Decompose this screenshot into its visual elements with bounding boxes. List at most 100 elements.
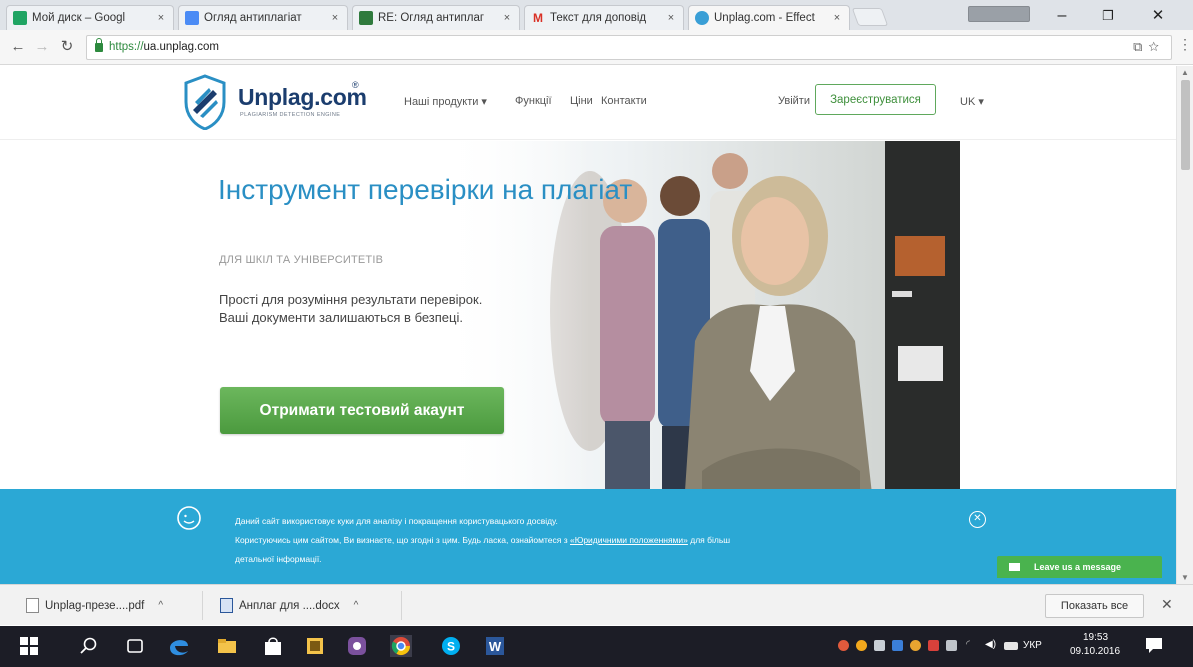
logo-tagline: PLAGIARISM DETECTION ENGINE bbox=[240, 112, 341, 118]
scroll-down-icon[interactable]: ▼ bbox=[1181, 573, 1189, 582]
hero-desc-line: Ваші документи залишаються в безпеці. bbox=[219, 310, 463, 325]
envelope-icon bbox=[1009, 563, 1020, 571]
google-drive-icon bbox=[13, 11, 27, 25]
hero-desc-line: Прості для розуміння результати перевіро… bbox=[219, 292, 483, 307]
get-trial-account-button[interactable]: Отримати тестовий акаунт bbox=[220, 387, 504, 434]
gmail-icon: M bbox=[533, 11, 543, 25]
tab-label: Мой диск – Googl bbox=[32, 12, 126, 24]
action-center-icon[interactable] bbox=[1144, 636, 1166, 656]
tray-app-icon[interactable] bbox=[910, 640, 921, 651]
windows-start-icon[interactable] bbox=[20, 637, 38, 655]
search-icon[interactable] bbox=[78, 635, 100, 657]
tab-gmail-text[interactable]: M Текст для доповід × bbox=[524, 5, 684, 30]
tray-app-icon[interactable] bbox=[928, 640, 939, 651]
star-icon[interactable]: ☆ bbox=[1148, 39, 1165, 54]
clock-date[interactable]: 09.10.2016 bbox=[1070, 646, 1120, 657]
show-all-downloads-button[interactable]: Показать все bbox=[1045, 594, 1144, 618]
hero-description: Прості для розуміння результати перевіро… bbox=[219, 291, 539, 327]
unplag-favicon-icon bbox=[695, 11, 709, 25]
download-filename: Анплаг для ....docx bbox=[239, 599, 340, 612]
edge-browser-icon[interactable] bbox=[166, 633, 192, 659]
tab-label: Огляд антиплагіат bbox=[204, 12, 302, 24]
minimize-button[interactable]: – bbox=[1042, 5, 1082, 27]
word-app-icon[interactable]: W bbox=[484, 635, 506, 657]
show-hidden-icons-icon[interactable]: ◜ bbox=[966, 639, 970, 650]
nav-contacts[interactable]: Контакти bbox=[601, 95, 647, 107]
tab-close-icon[interactable]: × bbox=[665, 12, 677, 24]
tab-unplag[interactable]: Unplag.com - Effect × bbox=[688, 5, 850, 30]
leave-message-chat-button[interactable]: Leave us a message bbox=[997, 556, 1162, 578]
chrome-icon[interactable] bbox=[390, 635, 412, 657]
register-button[interactable]: Зареєструватися bbox=[815, 84, 936, 115]
download-options-icon[interactable]: ^ bbox=[158, 600, 163, 611]
bluetooth-icon[interactable] bbox=[892, 640, 903, 651]
close-window-button[interactable]: ✕ bbox=[1138, 5, 1178, 27]
nav-features[interactable]: Функції bbox=[515, 95, 552, 107]
tab-label: Unplag.com - Effect bbox=[714, 12, 815, 24]
close-downloads-bar-icon[interactable]: ✕ bbox=[1161, 596, 1173, 613]
tab-review-doc[interactable]: Огляд антиплагіат × bbox=[178, 5, 348, 30]
chat-label: Leave us a message bbox=[1034, 562, 1122, 572]
tab-close-icon[interactable]: × bbox=[329, 12, 341, 24]
page-scrollbar[interactable]: ▲ ▼ bbox=[1176, 66, 1193, 584]
hero-title: Інструмент перевірки на плагіат bbox=[218, 174, 633, 205]
logo-registered-mark: ® bbox=[352, 80, 359, 90]
legal-terms-link[interactable]: «Юридичними положеннями» bbox=[570, 535, 688, 545]
download-item-pdf[interactable]: Unplag-презе....pdf ^ bbox=[18, 591, 203, 620]
cookie-line: Користуючись цим сайтом, Ви визнаєте, що… bbox=[235, 535, 731, 545]
tray-app-icon[interactable] bbox=[856, 640, 867, 651]
tray-app-icon[interactable] bbox=[874, 640, 885, 651]
task-view-icon[interactable] bbox=[124, 635, 146, 657]
scroll-up-icon[interactable]: ▲ bbox=[1181, 68, 1189, 77]
nav-prices[interactable]: Ціни bbox=[570, 95, 593, 107]
new-tab-button[interactable] bbox=[851, 8, 889, 26]
browser-menu-icon[interactable]: ⋮ bbox=[1178, 36, 1192, 53]
translate-icon[interactable]: ⧉ bbox=[1133, 39, 1148, 54]
download-options-icon[interactable]: ^ bbox=[354, 600, 359, 611]
tray-app-icon[interactable] bbox=[838, 640, 849, 651]
svg-text:S: S bbox=[447, 640, 455, 654]
maximize-button[interactable]: ❐ bbox=[1088, 5, 1128, 27]
omnibox-actions: ⧉☆ bbox=[1133, 39, 1165, 55]
file-explorer-icon[interactable] bbox=[216, 635, 238, 657]
profile-button[interactable] bbox=[968, 6, 1030, 22]
nav-products[interactable]: Наші продукти ▾ bbox=[404, 95, 487, 108]
language-selector[interactable]: UK ▾ bbox=[960, 95, 984, 108]
forward-arrow-icon[interactable]: → bbox=[32, 37, 52, 57]
battery-icon[interactable] bbox=[1004, 642, 1018, 650]
address-bar[interactable]: https://ua.unplag.com ⧉☆ bbox=[86, 35, 1172, 60]
download-item-docx[interactable]: Анплаг для ....docx ^ bbox=[212, 591, 402, 620]
site-header: Unplag.com ® PLAGIARISM DETECTION ENGINE… bbox=[0, 66, 1176, 140]
back-arrow-icon[interactable]: ← bbox=[8, 37, 28, 57]
store-icon[interactable] bbox=[262, 635, 284, 657]
downloads-bar: Unplag-презе....pdf ^ Анплаг для ....doc… bbox=[0, 584, 1193, 625]
logo-text[interactable]: Unplag.com bbox=[238, 84, 367, 111]
windows-taskbar: S W ◜ ◀) УКР 19:53 09.10.2016 bbox=[0, 626, 1193, 667]
login-link[interactable]: Увійти bbox=[778, 95, 810, 107]
unplag-shield-logo-icon[interactable] bbox=[183, 74, 227, 130]
pdf-file-icon bbox=[26, 598, 39, 613]
download-filename: Unplag-презе....pdf bbox=[45, 599, 145, 612]
url-text: https://ua.unplag.com bbox=[109, 41, 219, 53]
lock-icon bbox=[95, 38, 103, 52]
cookie-close-icon[interactable]: ✕ bbox=[969, 511, 986, 528]
volume-icon[interactable]: ◀) bbox=[985, 639, 996, 650]
tab-label: Текст для доповід bbox=[550, 12, 647, 24]
clock-time[interactable]: 19:53 bbox=[1083, 632, 1108, 643]
svg-text:W: W bbox=[489, 639, 502, 654]
scrollbar-thumb[interactable] bbox=[1181, 80, 1190, 170]
skype-icon[interactable]: S bbox=[440, 635, 462, 657]
tab-close-icon[interactable]: × bbox=[831, 12, 843, 24]
viber-icon[interactable] bbox=[346, 635, 368, 657]
input-language-indicator[interactable]: УКР bbox=[1023, 640, 1042, 651]
tab-close-icon[interactable]: × bbox=[155, 12, 167, 24]
tab-label: RE: Огляд антиплаг bbox=[378, 12, 485, 24]
calculator-app-icon[interactable] bbox=[304, 635, 326, 657]
web-page: Unplag.com ® PLAGIARISM DETECTION ENGINE… bbox=[0, 66, 1176, 584]
tab-re-review[interactable]: RE: Огляд антиплаг × bbox=[352, 5, 520, 30]
tray-app-icon[interactable] bbox=[946, 640, 957, 651]
tab-close-icon[interactable]: × bbox=[501, 12, 513, 24]
reload-icon[interactable]: ↻ bbox=[57, 37, 77, 57]
tab-google-drive[interactable]: Мой диск – Googl × bbox=[6, 5, 174, 30]
browser-tab-strip: Мой диск – Googl × Огляд антиплагіат × R… bbox=[0, 0, 1193, 30]
